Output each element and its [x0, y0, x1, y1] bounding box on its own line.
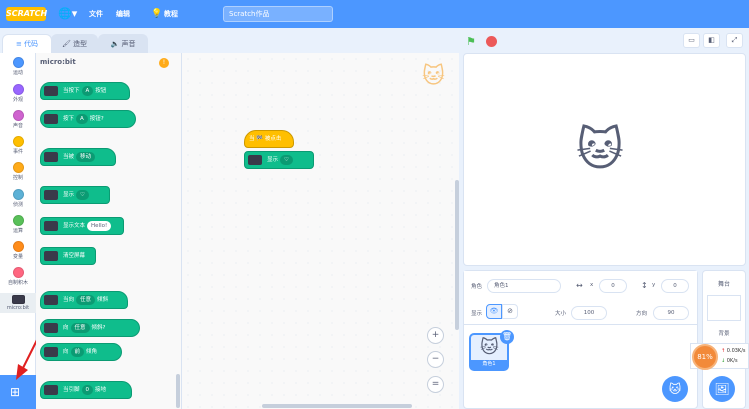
warning-icon[interactable]: ! — [159, 58, 169, 68]
show-label: 显示 — [471, 311, 483, 317]
x-input[interactable]: 0 — [599, 279, 627, 293]
sprite-watermark-cat-icon: 🐱 — [422, 64, 445, 89]
zoom-out-button[interactable]: − — [427, 351, 444, 368]
block-clear-display[interactable]: 清空屏幕 — [40, 247, 96, 265]
size-input[interactable]: 100 — [571, 306, 607, 320]
microbit-icon — [44, 86, 58, 96]
block-when-moved[interactable]: 当被 移动 — [40, 148, 116, 166]
microbit-icon — [44, 190, 58, 200]
microbit-icon — [44, 152, 58, 162]
microbit-icon — [44, 114, 58, 124]
sprite-thumb-cat-icon: 🐱 — [480, 337, 499, 358]
size-label: 大小 — [555, 311, 567, 317]
hide-eye-button[interactable]: ⊘ — [502, 304, 518, 319]
microbit-icon — [44, 323, 58, 333]
palette-scrollbar[interactable] — [176, 374, 180, 408]
workspace-hscrollbar[interactable] — [262, 404, 412, 408]
sprite-thumb-label: 角色1 — [471, 360, 507, 369]
small-stage-button[interactable]: ▭ — [683, 33, 700, 48]
stop-button[interactable] — [486, 36, 497, 47]
code-workspace[interactable] — [182, 53, 459, 409]
microbit-icon — [44, 221, 58, 231]
microbit-icon — [248, 155, 262, 165]
block-when-tilted[interactable]: 当向 任意 倾斜 — [40, 291, 128, 309]
sprite-name-label: 角色 — [471, 284, 483, 290]
sprite-info: 角色 角色1 ↔ x 0 ↕ y 0 显示 👁 ⊘ 大小 100 方向 90 — [464, 271, 697, 325]
delete-sprite-icon[interactable]: 🗑 — [500, 330, 514, 344]
x-arrows-icon: ↔ — [576, 281, 583, 290]
script-display[interactable]: 显示 ♡ — [244, 151, 314, 169]
network-percent-badge[interactable]: 81% — [692, 344, 718, 370]
x-label: x — [590, 282, 594, 288]
zoom-in-button[interactable]: + — [427, 327, 444, 344]
y-label: y — [652, 282, 656, 288]
backdrops-label: 背景 — [718, 331, 730, 337]
stage-title: 舞台 — [717, 281, 730, 288]
direction-input[interactable]: 90 — [653, 306, 689, 320]
y-input[interactable]: 0 — [661, 279, 689, 293]
block-display[interactable]: 显示 ♡ — [40, 186, 110, 204]
fullscreen-button[interactable]: ⤢ — [726, 33, 743, 48]
direction-label: 方向 — [636, 311, 648, 317]
block-when-pin-connected[interactable]: 当引脚 0 接地 — [40, 381, 132, 399]
block-tilted[interactable]: 向任意 倾斜? — [40, 319, 140, 337]
microbit-icon — [44, 251, 58, 261]
backdrop-thumbnail[interactable] — [707, 295, 741, 321]
workspace-vscrollbar[interactable] — [455, 180, 459, 330]
sprite-name-input[interactable]: 角色1 — [487, 279, 561, 293]
microbit-icon — [44, 347, 58, 357]
upload-speed: ↑ 0.03K/s — [721, 348, 746, 354]
y-arrows-icon: ↕ — [641, 281, 648, 290]
block-display-text[interactable]: 显示文本 Hello! — [40, 217, 124, 235]
zoom-reset-button[interactable]: = — [427, 376, 444, 393]
choose-sprite-button[interactable]: 🐱 — [662, 376, 688, 402]
palette-title: micro:bit — [40, 58, 76, 66]
block-button-pressed[interactable]: 按下 A 按钮? — [40, 110, 136, 128]
download-speed: ↓ 0K/s — [721, 358, 738, 364]
block-tilt-angle[interactable]: 向前倾角 — [40, 343, 122, 361]
choose-backdrop-button[interactable]: 🖼 — [709, 376, 735, 402]
stage[interactable]: 🐱 — [463, 53, 746, 266]
microbit-icon — [44, 385, 58, 395]
normal-stage-button[interactable]: ◧ — [703, 33, 720, 48]
show-eye-button[interactable]: 👁 — [486, 304, 502, 319]
script-when-flag-clicked[interactable]: 当 🏁 被点击 — [244, 130, 294, 148]
microbit-icon — [44, 295, 58, 305]
scratch-cat-sprite[interactable]: 🐱 — [576, 122, 624, 176]
green-flag-button[interactable]: ⚑ — [466, 35, 476, 48]
block-when-button-pressed[interactable]: 当按下 A 按钮 — [40, 82, 130, 100]
